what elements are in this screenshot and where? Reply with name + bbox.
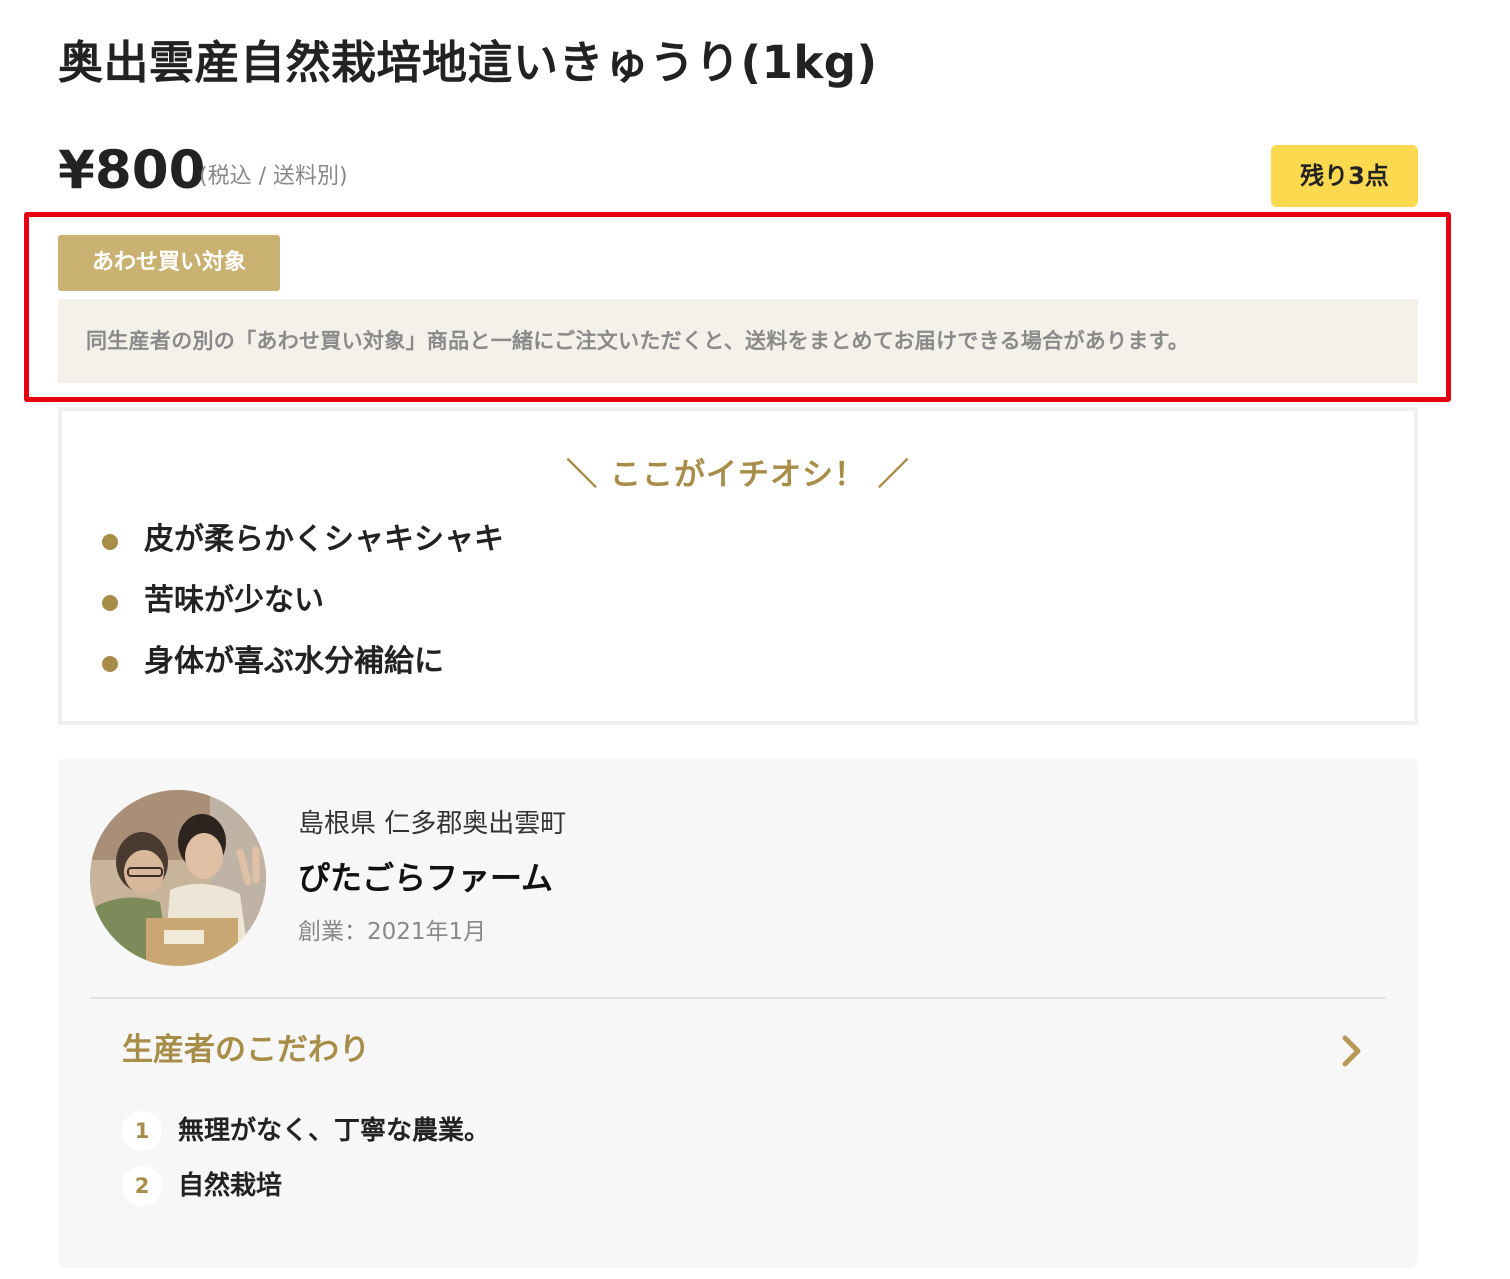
commitment-number: 2 [122, 1165, 162, 1206]
commitment-text: 無理がなく、丁寧な農業。 [178, 1115, 491, 1146]
recommend-box: ＼ ここがイチオシ！ ／ 皮が柔らかくシャキシャキ 苦味が少ない 身体が喜ぶ水分… [58, 407, 1418, 725]
list-item: 2 自然栽培 [122, 1158, 490, 1213]
recommend-heading: ＼ ここがイチオシ！ ／ [566, 457, 910, 493]
bullet-icon [102, 655, 118, 672]
bullet-icon [102, 594, 118, 611]
producer-avatar[interactable] [90, 790, 266, 966]
commitment-number: 1 [122, 1110, 162, 1151]
list-item: 1 無理がなく、丁寧な農業。 [122, 1103, 490, 1158]
producer-location: 島根県 仁多郡奥出雲町 [298, 809, 567, 839]
product-title: 奥出雲産自然栽培地這いきゅうり(1kg) [58, 36, 878, 89]
recommend-text: 身体が喜ぶ水分補給に [144, 643, 444, 679]
producer-photo [90, 790, 266, 966]
recommend-text: 苦味が少ない [144, 582, 324, 618]
list-item: 身体が喜ぶ水分補給に [102, 631, 504, 692]
bullet-icon [102, 533, 118, 550]
product-price: ¥800 [58, 140, 206, 201]
chevron-right-icon [1342, 1035, 1361, 1067]
stock-badge: 残り3点 [1271, 145, 1418, 207]
list-item: 苦味が少ない [102, 570, 504, 631]
recommend-list: 皮が柔らかくシャキシャキ 苦味が少ない 身体が喜ぶ水分補給に [102, 509, 504, 692]
producer-founded: 創業：2021年1月 [298, 919, 487, 945]
list-item: 皮が柔らかくシャキシャキ [102, 509, 504, 570]
commitment-list: 1 無理がなく、丁寧な農業。 2 自然栽培 [122, 1103, 490, 1213]
bundle-note: 同生産者の別の「あわせ買い対象」商品と一緒にご注文いただくと、送料をまとめてお届… [58, 299, 1418, 383]
recommend-text: 皮が柔らかくシャキシャキ [144, 521, 504, 557]
producer-card: 島根県 仁多郡奥出雲町 ぴたごらファーム 創業：2021年1月 生産者のこだわり… [58, 758, 1418, 1268]
commitment-text: 自然栽培 [178, 1170, 283, 1201]
price-note: (税込 / 送料別) [199, 164, 348, 189]
commitment-title: 生産者のこだわり [122, 1032, 370, 1068]
bundle-badge: あわせ買い対象 [58, 235, 280, 291]
product-page: 奥出雲産自然栽培地這いきゅうり(1kg) ¥800 (税込 / 送料別) 残り3… [0, 0, 1510, 1279]
commitment-link[interactable]: 生産者のこだわり [90, 1020, 1386, 1080]
price-row: ¥800 (税込 / 送料別) 残り3点 [58, 136, 1418, 211]
producer-name[interactable]: ぴたごらファーム [298, 854, 553, 902]
divider [90, 997, 1386, 999]
